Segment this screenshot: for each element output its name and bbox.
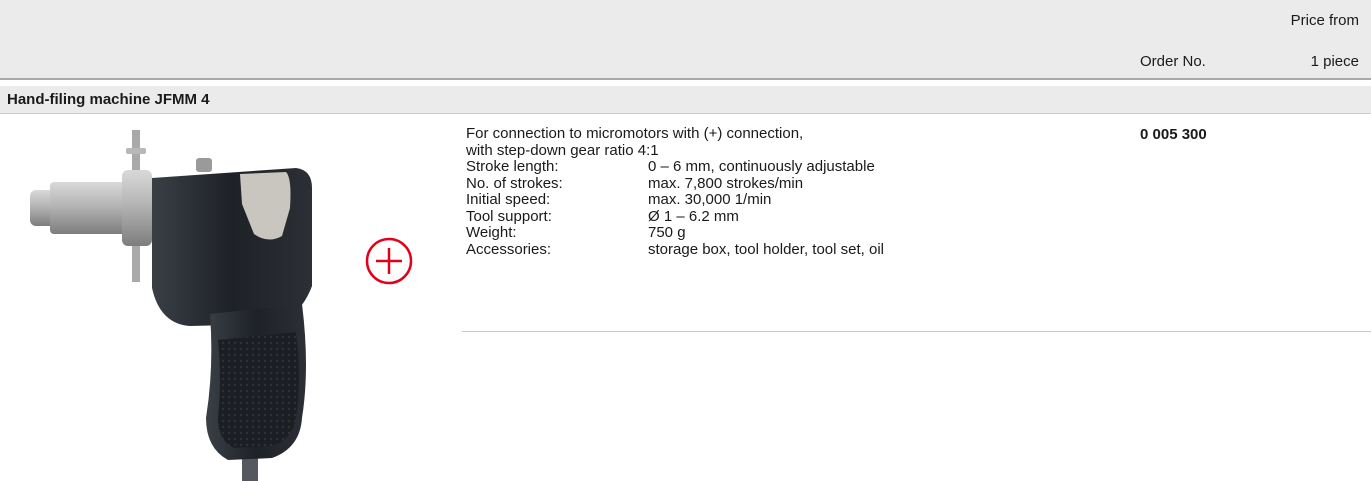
spec-row: No. of strokes: max. 7,800 strokes/min: [466, 174, 884, 193]
price-header-line2: 1 piece: [1310, 53, 1359, 70]
spec-value: Ø 1 – 6.2 mm: [648, 207, 739, 225]
order-number: 0 005 300: [1140, 126, 1207, 143]
spec-value: max. 7,800 strokes/min: [648, 174, 804, 192]
spec-row: Tool support: Ø 1 – 6.2 mm: [466, 207, 884, 226]
spec-row: Accessories: storage box, tool holder, t…: [466, 240, 884, 259]
hand-filing-machine-image: [30, 130, 312, 481]
spec-value: storage box, tool holder, tool set, oil: [648, 240, 884, 258]
spec-row: Weight: 750 g: [466, 224, 884, 242]
spec-row: Stroke length: 0 – 6 mm, continuously ad…: [466, 158, 884, 176]
spec-label: No. of strokes:: [466, 174, 563, 192]
description-line: For connection to micromotors with (+) c…: [466, 125, 804, 142]
price-header-line1: Price from: [1290, 12, 1359, 29]
section-header: Hand-filing machine JFMM 4: [0, 86, 1371, 114]
row-divider: [462, 331, 1371, 332]
plus-connection-icon: [365, 237, 413, 285]
spec-row: Initial speed: max. 30,000 1/min: [466, 191, 884, 209]
spec-label: Initial speed:: [466, 191, 551, 208]
spec-label: Tool support:: [466, 207, 552, 225]
description-line: with step-down gear ratio 4:1: [466, 141, 659, 159]
spec-value: 750 g: [648, 224, 686, 241]
spec-value: 0 – 6 mm, continuously adjustable: [648, 158, 875, 175]
section-title: Hand-filing machine JFMM 4: [7, 91, 210, 108]
spec-label: Weight:: [466, 224, 517, 241]
spec-label: Accessories:: [466, 240, 552, 258]
spec-value: max. 30,000 1/min: [648, 191, 772, 208]
table-header: Price from Order No. 1 piece: [0, 0, 1371, 80]
spec-label: Stroke length:: [466, 158, 559, 175]
product-description: For connection to micromotors with (+) c…: [466, 125, 884, 259]
order-no-header: Order No.: [1140, 53, 1206, 70]
